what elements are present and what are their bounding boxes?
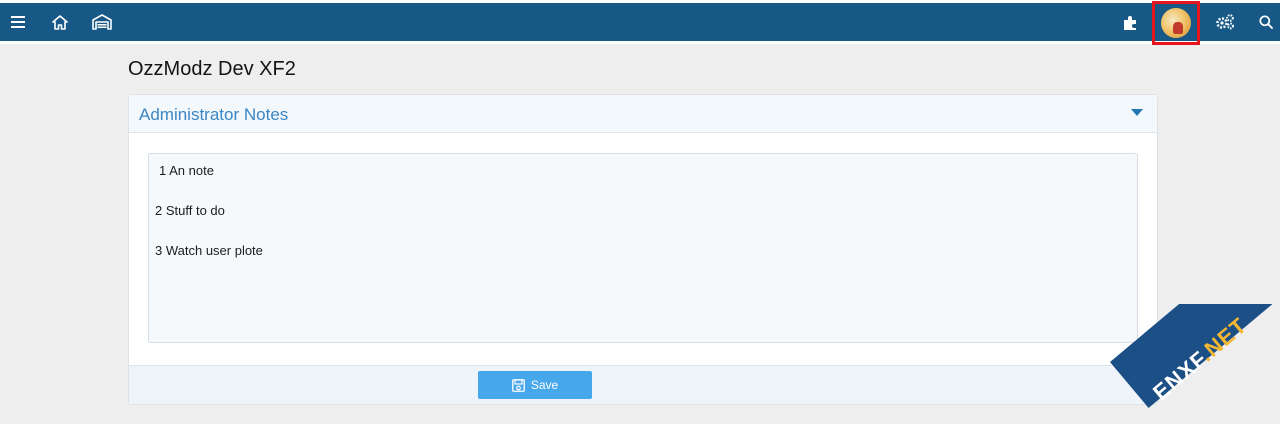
block-footer: Save xyxy=(129,365,1157,404)
avatar xyxy=(1161,8,1191,38)
administrator-notes-block: Administrator Notes 1 An note 2 Stuff to… xyxy=(128,94,1158,405)
note-line: 3 Watch user plote xyxy=(155,243,263,258)
top-bar-background xyxy=(0,0,1280,45)
user-avatar-button[interactable] xyxy=(1152,1,1200,45)
page-title: OzzModz Dev XF2 xyxy=(128,58,296,80)
home-icon[interactable] xyxy=(46,3,74,41)
watermark-text: ENXF.NET xyxy=(1148,312,1252,406)
garage-icon[interactable] xyxy=(88,3,116,41)
cogs-icon[interactable] xyxy=(1211,3,1239,41)
menu-icon[interactable] xyxy=(4,3,32,41)
note-line: 2 Stuff to do xyxy=(155,203,225,218)
top-navigation-bar xyxy=(0,3,1280,41)
puzzle-icon[interactable] xyxy=(1116,3,1144,41)
save-icon xyxy=(511,378,525,392)
note-line: 1 An note xyxy=(159,163,214,178)
collapse-toggle-icon[interactable] xyxy=(1131,109,1143,116)
block-body: 1 An note 2 Stuff to do 3 Watch user plo… xyxy=(129,133,1157,365)
block-header[interactable]: Administrator Notes xyxy=(129,95,1157,133)
save-button[interactable]: Save xyxy=(478,371,592,399)
notes-textarea[interactable]: 1 An note 2 Stuff to do 3 Watch user plo… xyxy=(148,153,1138,343)
search-icon[interactable] xyxy=(1252,3,1280,41)
block-title: Administrator Notes xyxy=(139,105,289,124)
save-label: Save xyxy=(530,378,559,392)
